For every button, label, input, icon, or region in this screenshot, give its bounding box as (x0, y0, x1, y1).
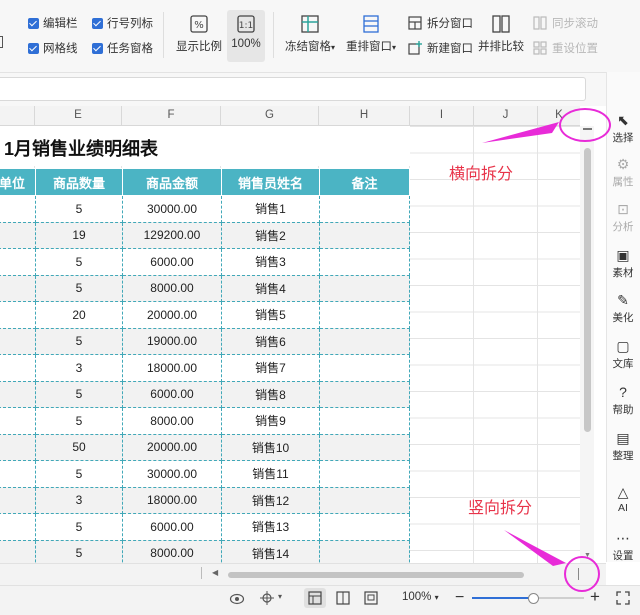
arrow-to-vertical-split (504, 530, 566, 566)
highlight-circle-vertical-split (564, 556, 600, 592)
arrow-to-horizontal-split (482, 122, 559, 143)
highlight-circle-horizontal-split (559, 108, 611, 142)
annotation-arrows (482, 122, 566, 566)
